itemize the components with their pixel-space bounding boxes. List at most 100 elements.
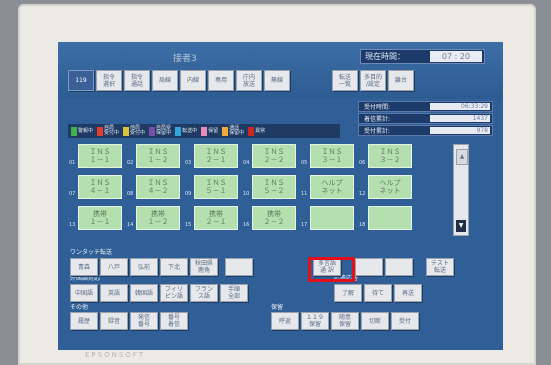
stat-value: 1437	[430, 115, 490, 122]
foreign-button[interactable]: フィリ ピン語	[160, 284, 188, 302]
onetouch-button[interactable]	[225, 258, 253, 276]
line-button[interactable]: 携帯 １－１	[78, 206, 122, 230]
legend-swatch	[123, 126, 130, 136]
hold-button[interactable]: 随意 保留	[331, 312, 359, 330]
line-button[interactable]	[310, 206, 354, 230]
line-number: 04	[243, 160, 250, 166]
line-number: 10	[243, 191, 250, 197]
onetouch-button[interactable]	[385, 258, 413, 276]
other-button[interactable]: 番号 着信	[160, 312, 188, 330]
stat-value: 978	[430, 127, 490, 134]
header-button[interactable]: 専用	[208, 70, 234, 91]
line-number: 14	[127, 222, 134, 228]
line-button[interactable]: ヘルプ ネット	[368, 175, 412, 199]
line-button[interactable]	[368, 206, 412, 230]
legend-item: 他局 受付中	[123, 126, 145, 136]
hold-title: 保留	[271, 304, 284, 311]
other-button[interactable]: 発信 番号	[130, 312, 158, 330]
legend-item: 保留	[201, 126, 218, 136]
onetouch-button[interactable]: 八戸	[100, 258, 128, 276]
line-button[interactable]: 携帯 ２－１	[194, 206, 238, 230]
header-button[interactable]: 119	[68, 70, 94, 91]
foreign-button[interactable]: 手順 全部	[220, 284, 248, 302]
header-button[interactable]: 離台	[388, 70, 414, 91]
header-button[interactable]: 多目的 /設定	[360, 70, 386, 91]
scroll-down-icon[interactable]: ▼	[456, 220, 466, 232]
line-button[interactable]: ＩＮＳ ２－１	[194, 144, 238, 168]
foreign-button[interactable]: 英語	[100, 284, 128, 302]
line-number: 07	[69, 191, 76, 197]
line-button[interactable]: ＩＮＳ １－１	[78, 144, 122, 168]
foreign-button[interactable]: 韓国語	[130, 284, 158, 302]
stat-label: 受付時間:	[364, 104, 391, 111]
line-number: 03	[185, 160, 192, 166]
foreign-button[interactable]: 中国語	[70, 284, 98, 302]
screen: 接者3 現在時間： 07 : 20 119 指令 選択 指令 通話 局線 内線 専用 庁内 …	[58, 42, 503, 350]
legend-label: 通話 保留中	[229, 125, 245, 136]
legend-label: 自局 受付中	[104, 125, 120, 136]
foreign-button[interactable]: フラン ス語	[190, 284, 218, 302]
stat-reception-total: 受付累計: 978	[358, 125, 493, 136]
legend-item: 転送中	[175, 126, 198, 136]
line-button[interactable]: ＩＮＳ ４－１	[78, 175, 122, 199]
line-button[interactable]: ＩＮＳ １－２	[136, 144, 180, 168]
line-number: 18	[359, 222, 366, 228]
reply-button[interactable]: 再送	[394, 284, 422, 302]
legend-item: 自局受 保留中	[149, 126, 171, 136]
other-button[interactable]: 録音	[100, 312, 128, 330]
legend-label: 異常	[255, 127, 266, 134]
hold-button[interactable]: 切断	[361, 312, 389, 330]
line-number: 09	[185, 191, 192, 197]
header-button[interactable]: 無線	[264, 70, 290, 91]
header-button[interactable]: 転送 一覧	[332, 70, 358, 91]
legend-item: 警報中	[71, 126, 94, 136]
line-number: 06	[359, 160, 366, 166]
line-number: 01	[69, 160, 76, 166]
stat-label: 受付累計:	[364, 128, 391, 135]
line-number: 05	[301, 160, 308, 166]
other-title: その他	[70, 304, 89, 311]
header-button[interactable]: 指令 選択	[96, 70, 122, 91]
line-button[interactable]: ＩＮＳ ３－１	[310, 144, 354, 168]
scroll-up-icon[interactable]: ▲	[456, 149, 468, 165]
onetouch-button[interactable]	[355, 258, 383, 276]
legend-item: 自局 受付中	[97, 126, 119, 136]
line-number: 11	[301, 191, 308, 197]
legend-label: 警報中	[78, 127, 94, 134]
header-button[interactable]: 指令 通話	[124, 70, 150, 91]
line-button[interactable]: ＩＮＳ ５－２	[252, 175, 296, 199]
header-button[interactable]: 内線	[180, 70, 206, 91]
line-number: 12	[359, 191, 366, 197]
hold-button[interactable]: 呼返	[271, 312, 299, 330]
line-button[interactable]: ＩＮＳ ４－２	[136, 175, 180, 199]
onetouch-button[interactable]: テスト 転送	[426, 258, 454, 276]
legend-label: 自局受 保留中	[156, 125, 172, 136]
other-button[interactable]: 履歴	[70, 312, 98, 330]
legend-swatch	[248, 126, 255, 136]
header-button[interactable]: 庁内 放送	[236, 70, 262, 91]
line-button[interactable]: ＩＮＳ ２－２	[252, 144, 296, 168]
onetouch-button[interactable]: 弘前	[130, 258, 158, 276]
line-scrollbar[interactable]: ▲ ▼	[453, 144, 469, 236]
onetouch-button[interactable]: 秋田県 鹿角	[190, 258, 218, 276]
stat-label: 着信累計:	[364, 116, 391, 123]
line-button[interactable]: ＩＮＳ ５－１	[194, 175, 238, 199]
legend-item: 異常	[248, 126, 266, 136]
stat-incoming-total: 着信累計: 1437	[358, 113, 493, 124]
hold-button[interactable]: １１９ 保留	[301, 312, 329, 330]
header-button[interactable]: 局線	[152, 70, 178, 91]
hold-button[interactable]: 受付	[391, 312, 419, 330]
legend-swatch	[97, 126, 104, 136]
reply-button[interactable]: 了解	[334, 284, 362, 302]
line-button[interactable]: 携帯 １－２	[136, 206, 180, 230]
reply-button[interactable]: 待て	[364, 284, 392, 302]
line-button[interactable]: ＩＮＳ ３－２	[368, 144, 412, 168]
stat-reception-time: 受付時間: 06:33:29	[358, 101, 493, 112]
highlight-box	[308, 257, 355, 282]
onetouch-button[interactable]: 下北	[160, 258, 188, 276]
line-button[interactable]: 携帯 ２－２	[252, 206, 296, 230]
legend-label: 転送中	[182, 127, 198, 134]
legend-swatch	[201, 126, 208, 136]
onetouch-button[interactable]: 青森	[70, 258, 98, 276]
line-button[interactable]: ヘルプ ネット	[310, 175, 354, 199]
